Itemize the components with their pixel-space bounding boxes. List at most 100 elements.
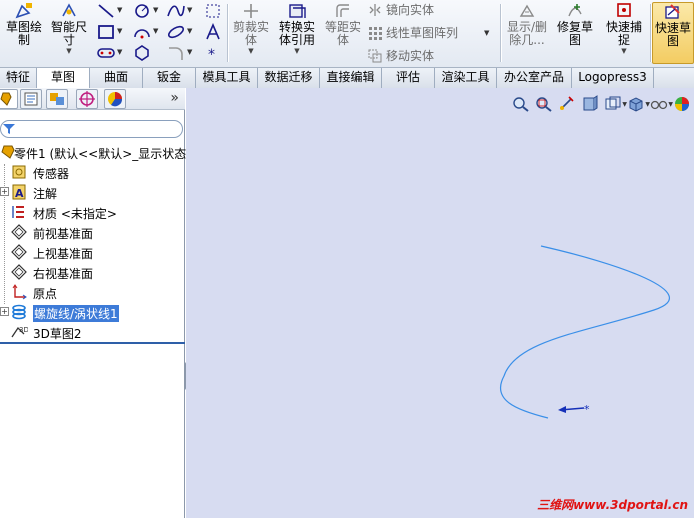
chevron-down-icon[interactable]: ▼ — [276, 47, 318, 56]
feature-manager-tab[interactable] — [0, 89, 18, 109]
ellipse-tool-icon[interactable] — [166, 23, 186, 41]
tree-item-helix[interactable]: + 螺旋线/涡状线1 — [0, 302, 185, 322]
chevron-down-icon[interactable]: ▼ — [117, 48, 122, 56]
spline-tool-icon[interactable] — [166, 2, 186, 20]
tab-office-products[interactable]: 办公室产品 — [497, 68, 572, 88]
expand-plus-icon[interactable]: + — [0, 187, 9, 196]
tree-item-part[interactable]: 零件1 (默认<<默认>_显示状态 — [0, 142, 186, 162]
tree-item-origin[interactable]: 原点 — [0, 282, 185, 302]
linear-pattern-button[interactable]: 线性草图阵列 ▼ — [368, 24, 489, 41]
asterisk-point-icon[interactable]: * — [203, 44, 223, 63]
smart-dimension-button[interactable]: 智能尺 寸 ▼ — [48, 2, 90, 64]
sketch-button[interactable]: 草图绘 制 — [2, 2, 46, 64]
graphics-area[interactable]: ▼ ▼ ▼ * 三维网www.3dportal.cn — [186, 88, 694, 518]
dimxpert-tab[interactable] — [76, 89, 98, 109]
chevron-down-icon[interactable]: ▼ — [187, 6, 192, 14]
rapid-sketch-label: 快速草 图 — [654, 21, 691, 48]
chevron-down-icon[interactable]: ▼ — [600, 47, 648, 56]
convert-entities-button[interactable]: 转换实 体引用 ▼ — [276, 2, 318, 64]
offset-icon — [336, 4, 349, 17]
slot-tool-icon[interactable] — [96, 44, 116, 62]
chevron-down-icon[interactable]: ▼ — [187, 48, 192, 56]
display-delete-relations-button[interactable]: 显示/删 除几... — [504, 2, 550, 64]
property-manager-tab[interactable] — [20, 89, 42, 109]
tree-item-right-plane[interactable]: 右视基准面 — [0, 262, 185, 282]
chevron-down-icon[interactable]: ▼ — [117, 27, 122, 35]
tree-item-front-plane[interactable]: 前视基准面 — [0, 222, 185, 242]
tree-item-annotations[interactable]: + A 注解 — [0, 182, 185, 202]
move-label: 移动实体 — [386, 49, 435, 63]
repair-sketch-icon — [568, 4, 582, 17]
configuration-manager-tab[interactable] — [46, 89, 68, 109]
panel-divider[interactable] — [0, 342, 185, 344]
sensor-icon — [12, 165, 26, 179]
tab-surfaces[interactable]: 曲面 — [90, 68, 143, 88]
helix-icon — [12, 304, 26, 320]
fillet-tool-icon[interactable] — [166, 44, 186, 62]
helix-curve[interactable] — [499, 245, 670, 419]
tree-item-top-plane[interactable]: 上视基准面 — [0, 242, 185, 262]
circle-tool-icon[interactable] — [132, 2, 152, 20]
panel-tab-bar: » — [0, 88, 185, 110]
origin-asterisk: * — [584, 403, 590, 416]
ribbon-separator — [227, 4, 228, 62]
linear-pattern-icon — [369, 26, 382, 40]
rapid-sketch-icon — [665, 4, 680, 19]
tree-filter-input[interactable] — [0, 120, 183, 138]
trim-entities-button[interactable]: 剪裁实 体 ▼ — [230, 2, 272, 64]
chevron-down-icon[interactable]: ▼ — [230, 47, 272, 56]
tree-item-sensors[interactable]: 传感器 — [0, 162, 185, 182]
rapid-sketch-button[interactable]: 快速草 图 — [652, 2, 694, 64]
sketch-canvas: * — [499, 245, 670, 419]
point-grid-icon[interactable] — [203, 2, 223, 20]
tree-item-3d-sketch[interactable]: 3D 3D草图2 — [0, 322, 185, 342]
trim-icon — [244, 4, 258, 18]
trim-label: 剪裁实 体 — [232, 20, 269, 47]
tab-sketch[interactable]: 草图 — [37, 68, 90, 89]
tab-mold-tools[interactable]: 模具工具 — [196, 68, 258, 88]
tree-item-label: 右视基准面 — [33, 267, 94, 281]
tree-item-label: 传感器 — [33, 167, 70, 181]
offset-entities-button[interactable]: 等距实 体 — [322, 2, 364, 64]
3d-sketch-icon: 3D — [11, 326, 28, 338]
convert-entities-icon — [289, 4, 306, 18]
tab-sheet-metal[interactable]: 钣金 — [143, 68, 196, 88]
chevron-down-icon[interactable]: ▼ — [117, 6, 122, 14]
material-icon — [12, 206, 24, 218]
tab-overflow[interactable] — [654, 68, 694, 88]
svg-text:A: A — [15, 187, 24, 200]
move-entities-button[interactable]: 移动实体 — [368, 47, 434, 64]
expand-panel-icon[interactable]: » — [170, 90, 179, 106]
chevron-down-icon[interactable]: ▼ — [48, 47, 90, 56]
tab-features[interactable]: 特征 — [0, 68, 37, 88]
chevron-down-icon[interactable]: ▼ — [153, 6, 158, 14]
ribbon-separator — [500, 4, 501, 62]
tab-render-tools[interactable]: 渲染工具 — [435, 68, 497, 88]
rectangle-tool-icon[interactable] — [96, 23, 116, 41]
tree-item-label: 前视基准面 — [33, 227, 94, 241]
relations-icon — [519, 4, 535, 17]
expand-plus-icon[interactable]: + — [0, 307, 9, 316]
display-manager-tab[interactable] — [104, 89, 126, 109]
tab-direct-editing[interactable]: 直接编辑 — [320, 68, 382, 88]
tree-item-label: 上视基准面 — [33, 247, 94, 261]
origin-icon — [12, 284, 27, 300]
line-tool-icon[interactable] — [96, 2, 116, 20]
plane-icon — [11, 264, 27, 280]
tree-item-material[interactable]: 材质 <未指定> — [0, 202, 185, 222]
display-manager-icon — [108, 92, 123, 107]
arc-tool-icon[interactable] — [132, 23, 152, 41]
watermark: 三维网www.3dportal.cn — [537, 498, 688, 512]
chevron-down-icon[interactable]: ▼ — [187, 27, 192, 35]
display-delete-label: 显示/删 除几... — [506, 20, 548, 47]
chevron-down-icon[interactable]: ▼ — [153, 27, 158, 35]
tab-data-migration[interactable]: 数据迁移 — [258, 68, 320, 88]
tab-logopress3[interactable]: Logopress3 — [572, 68, 654, 88]
mirror-entities-button[interactable]: 镜向实体 — [368, 1, 434, 18]
chevron-down-icon[interactable]: ▼ — [484, 29, 489, 37]
tab-evaluate[interactable]: 评估 — [382, 68, 435, 88]
repair-sketch-button[interactable]: 修复草 图 — [554, 2, 596, 64]
polygon-tool-icon[interactable] — [132, 44, 152, 62]
quick-snaps-button[interactable]: 快速捕 捉 ▼ — [600, 2, 648, 64]
text-tool-icon[interactable] — [203, 22, 223, 41]
